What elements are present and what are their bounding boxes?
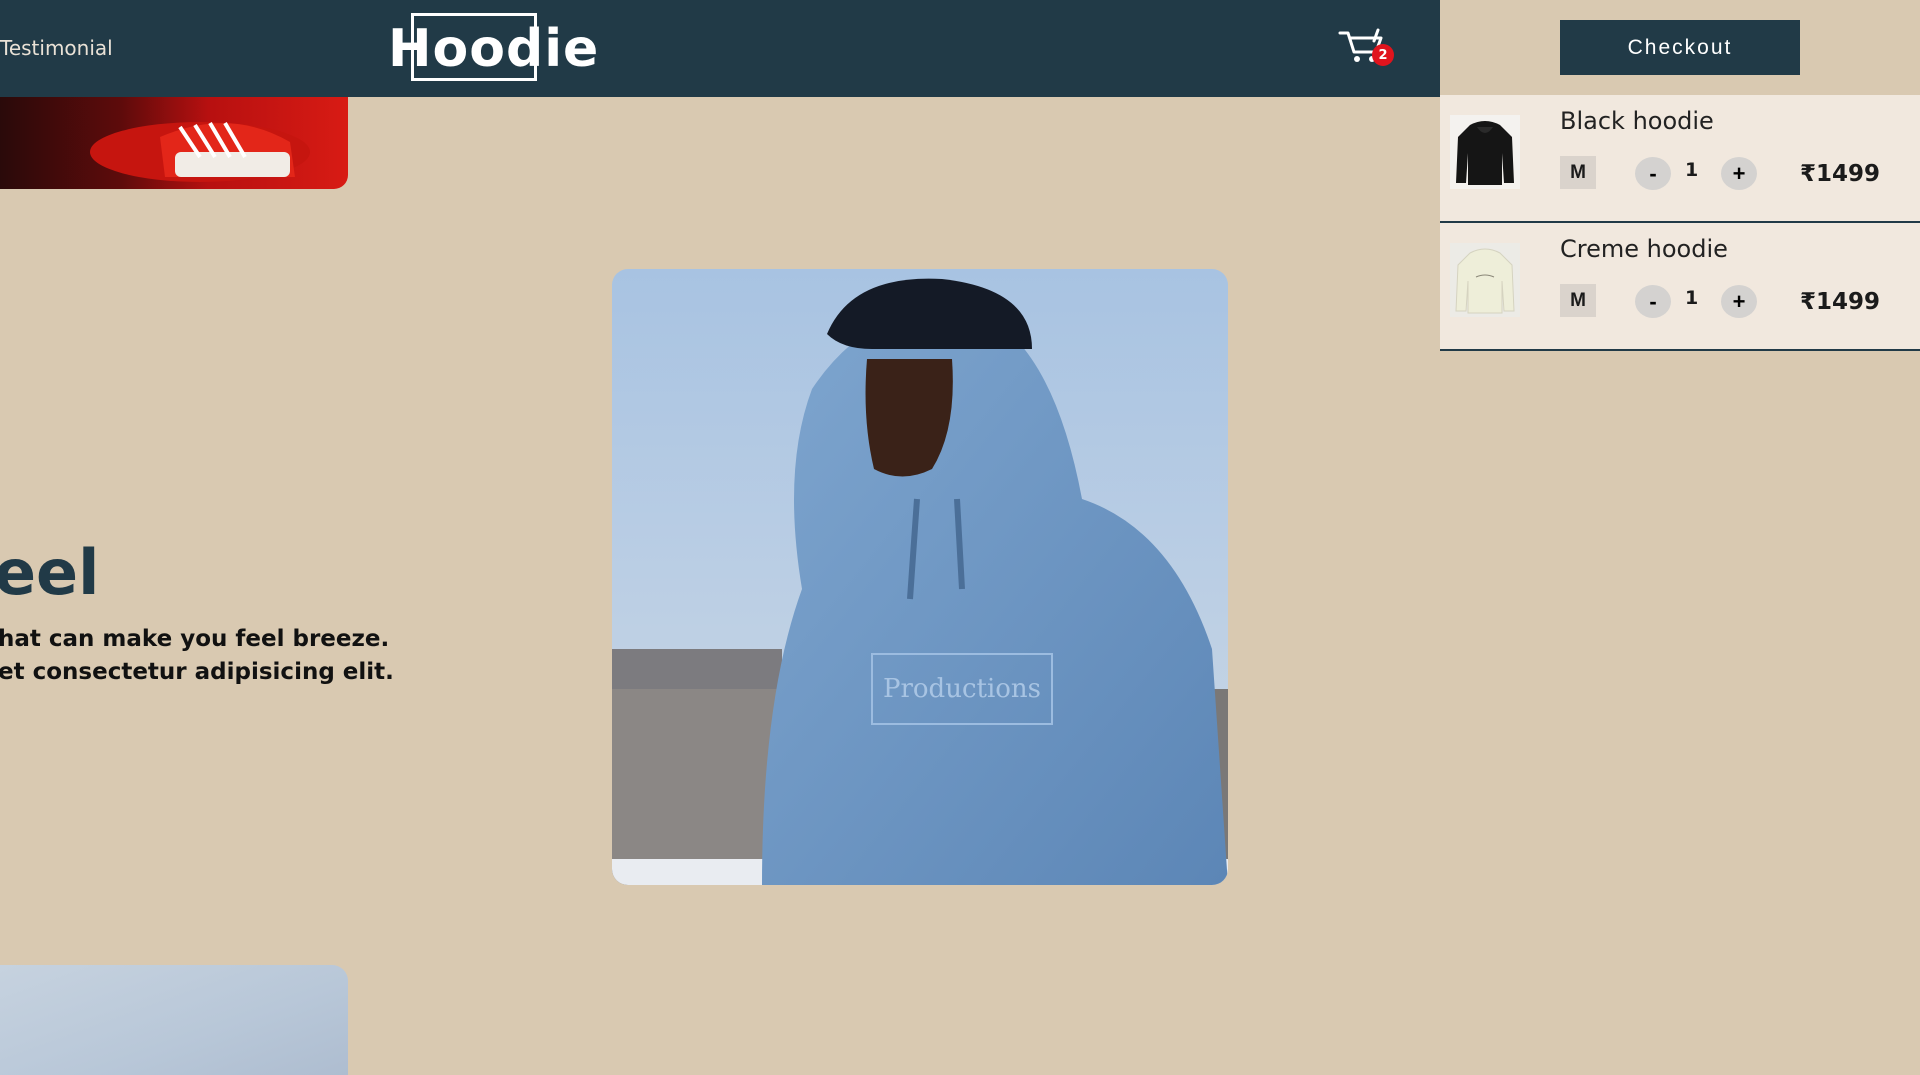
size-badge[interactable]: M	[1560, 156, 1596, 189]
cart-item-name: Creme hoodie	[1560, 235, 1728, 263]
cart-count-badge: 2	[1372, 44, 1394, 66]
hoodie-print-text: Productions	[883, 674, 1041, 704]
hero-subtitle-line-1: hat can make you feel breeze.	[0, 626, 390, 652]
item-price: ₹1499	[1800, 161, 1881, 187]
cart-item-name: Black hoodie	[1560, 107, 1714, 135]
increase-quantity-button[interactable]: +	[1721, 285, 1757, 318]
hero-title: eel	[0, 536, 100, 609]
quantity-value: 1	[1685, 287, 1699, 309]
hero-image: Productions	[612, 269, 1228, 885]
item-price: ₹1499	[1800, 289, 1881, 315]
cart-item: Creme hoodie M - 1 + ₹1499	[1440, 223, 1920, 351]
size-badge[interactable]: M	[1560, 284, 1596, 317]
cart-panel: Checkout Black hoodie M - 1 + ₹1499 Crem…	[1440, 0, 1920, 1075]
creme-hoodie-thumbnail	[1450, 243, 1520, 317]
sky-thumbnail[interactable]	[0, 965, 348, 1075]
site-header: Testimonial Hoodie 2	[0, 0, 1440, 97]
increase-quantity-button[interactable]: +	[1721, 157, 1757, 190]
nav-link-testimonial[interactable]: Testimonial	[0, 36, 113, 60]
decrease-quantity-button[interactable]: -	[1635, 285, 1671, 318]
decrease-quantity-button[interactable]: -	[1635, 157, 1671, 190]
quantity-value: 1	[1685, 159, 1699, 181]
black-hoodie-thumbnail	[1450, 115, 1520, 189]
logo[interactable]: Hoodie	[388, 14, 599, 84]
hero-subtitle-line-2: et consectetur adipisicing elit.	[0, 659, 394, 685]
checkout-button[interactable]: Checkout	[1560, 20, 1800, 75]
cart-item: Black hoodie M - 1 + ₹1499	[1440, 95, 1920, 223]
sneaker-thumbnail[interactable]	[0, 97, 348, 189]
